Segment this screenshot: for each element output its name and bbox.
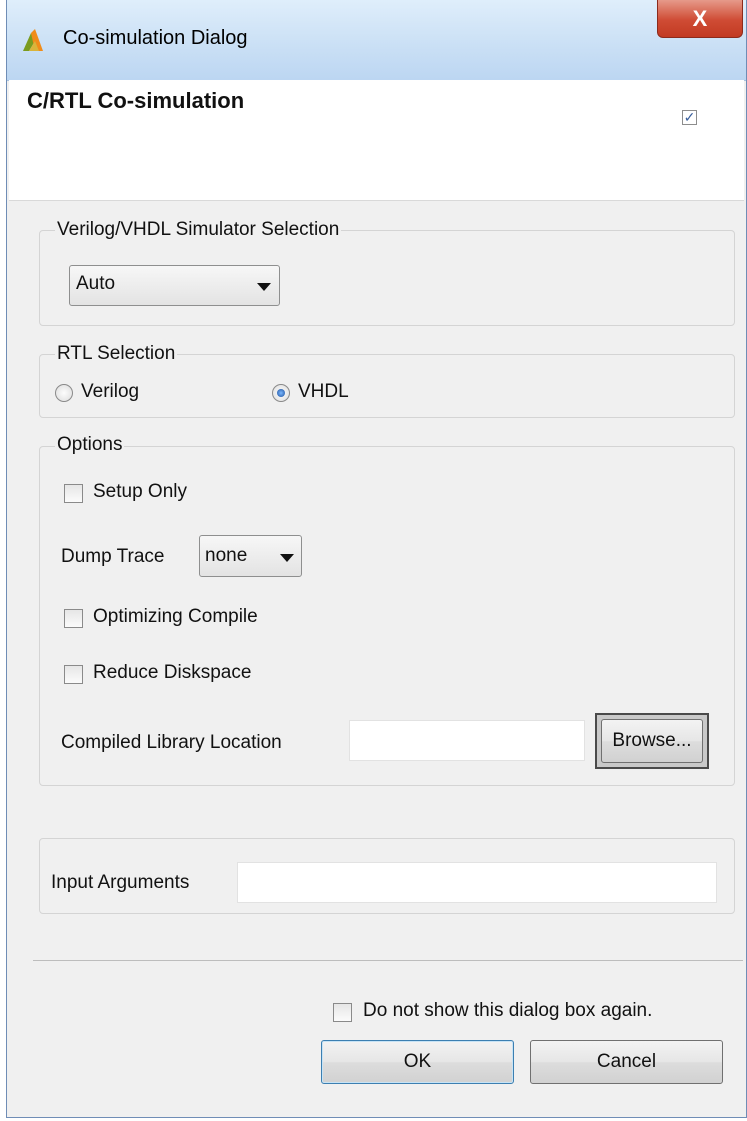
page-title: C/RTL Co-simulation (27, 88, 245, 113)
dont-show-checkbox[interactable] (333, 1003, 352, 1022)
cancel-button[interactable]: Cancel (530, 1040, 723, 1084)
radio-vhdl-label[interactable]: VHDL (298, 381, 349, 403)
browse-button[interactable]: Browse... (601, 719, 703, 763)
close-icon: X (692, 5, 708, 31)
library-location-label: Compiled Library Location (61, 732, 282, 753)
dont-show-label[interactable]: Do not show this dialog box again. (363, 1000, 652, 1022)
cancel-button-label: Cancel (596, 1051, 657, 1072)
dump-trace-label: Dump Trace (61, 546, 165, 567)
window-title: Co-simulation Dialog (63, 27, 248, 49)
vivado-logo-icon (23, 29, 43, 51)
optimizing-compile-label[interactable]: Optimizing Compile (93, 606, 258, 628)
footer-divider (33, 960, 743, 961)
header-checkbox[interactable]: ✓ (682, 110, 697, 125)
chevron-down-icon (257, 283, 271, 291)
library-location-input[interactable] (349, 720, 585, 761)
dump-trace-select[interactable]: none (199, 535, 302, 577)
rtl-group-label: RTL Selection (55, 343, 178, 365)
simulator-select-value: Auto (76, 273, 116, 294)
optimizing-compile-checkbox[interactable] (64, 609, 83, 628)
options-group-label: Options (55, 434, 125, 456)
browse-button-label: Browse... (612, 730, 692, 751)
dump-trace-value: none (205, 545, 248, 566)
radio-vhdl[interactable] (272, 384, 290, 402)
input-arguments-label: Input Arguments (51, 872, 190, 893)
setup-only-checkbox[interactable] (64, 484, 83, 503)
browse-button-frame: Browse... (595, 713, 709, 769)
simulator-group-label: Verilog/VHDL Simulator Selection (55, 219, 342, 241)
reduce-diskspace-checkbox[interactable] (64, 665, 83, 684)
chevron-down-icon (280, 554, 294, 562)
input-arguments-input[interactable] (237, 862, 717, 903)
radio-verilog-label[interactable]: Verilog (81, 381, 139, 403)
dialog-window: Co-simulation Dialog X C/RTL Co-simulati… (6, 0, 747, 1118)
close-button[interactable]: X (657, 0, 743, 38)
simulator-select[interactable]: Auto (69, 265, 280, 306)
header-panel: C/RTL Co-simulation ✓ (9, 80, 744, 201)
ok-button[interactable]: OK (321, 1040, 514, 1084)
ok-button-label: OK (403, 1051, 432, 1072)
setup-only-label[interactable]: Setup Only (93, 481, 187, 503)
reduce-diskspace-label[interactable]: Reduce Diskspace (93, 662, 251, 684)
title-bar: Co-simulation Dialog X (7, 0, 746, 81)
radio-verilog[interactable] (55, 384, 73, 402)
